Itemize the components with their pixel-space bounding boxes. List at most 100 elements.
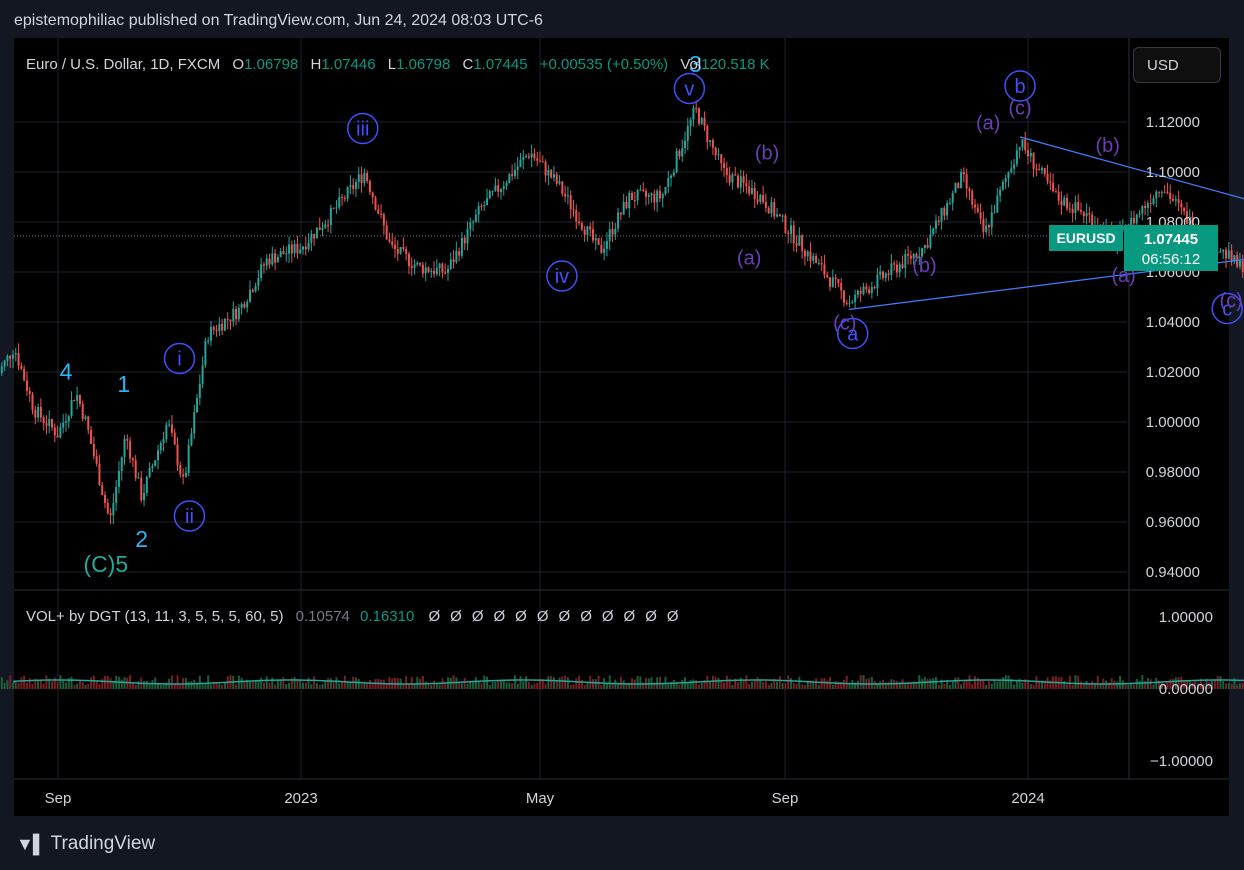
wave-label: (a)	[737, 248, 761, 270]
candle-body	[430, 270, 433, 272]
volume-bar	[23, 675, 26, 689]
candle-body	[385, 225, 388, 240]
volume-bar	[820, 678, 823, 689]
volume-bar	[486, 676, 489, 689]
volume-bar	[318, 684, 321, 689]
candle-body	[1146, 203, 1149, 208]
wave-label: (c)	[1008, 98, 1031, 120]
candle-body	[737, 175, 740, 188]
volume-bar	[109, 678, 112, 689]
volume-bar	[0, 677, 3, 689]
volume-bar	[424, 681, 427, 689]
candle-body	[463, 237, 466, 244]
chart-canvas[interactable]: (C)5412345iiiiiiivvabcde(b)(a)(c)(b)(a)(…	[0, 0, 1244, 870]
volume-bar	[700, 682, 703, 689]
candle-body	[23, 368, 26, 381]
volume-bar	[1085, 680, 1088, 689]
candle-body	[455, 250, 458, 263]
wave-label: (b)	[1095, 135, 1119, 157]
candle-body	[865, 286, 868, 290]
volume-bar	[354, 677, 357, 689]
candle-body	[622, 201, 625, 215]
candle-body	[221, 323, 224, 331]
volume-bar	[979, 679, 982, 689]
candle-body	[62, 422, 65, 428]
volume-bar	[304, 682, 307, 689]
candle-body	[812, 255, 815, 261]
volume-bar	[591, 679, 594, 689]
volume-bar	[145, 680, 148, 689]
candle-body	[583, 229, 586, 235]
candle-body	[45, 423, 48, 426]
symbol-tag: EURUSD	[1056, 230, 1115, 246]
candle-body	[1063, 197, 1066, 206]
candle-body	[1138, 213, 1141, 215]
volume-bar	[31, 684, 34, 689]
volume-bar	[156, 683, 159, 689]
volume-bar	[575, 678, 578, 689]
candle-body	[770, 202, 773, 214]
candle-body	[801, 235, 804, 251]
volume-bar	[762, 682, 765, 689]
volume-bar	[1035, 676, 1038, 689]
indicator-empty-value: Ø	[428, 608, 440, 625]
candle-body	[893, 263, 896, 265]
volume-bar	[1127, 684, 1130, 689]
volume-bar	[310, 684, 313, 689]
volume-bar	[279, 680, 282, 689]
candle-body	[78, 395, 81, 405]
candle-body	[672, 172, 675, 176]
candle-body	[1174, 199, 1177, 201]
candle-body	[976, 207, 979, 213]
candle-body	[572, 209, 575, 211]
volume-bar	[472, 682, 475, 689]
candle-body	[486, 198, 489, 206]
candle-body	[569, 195, 572, 210]
candle-body	[1177, 199, 1180, 204]
wave-label: iv	[555, 266, 569, 288]
candle-body	[837, 278, 840, 284]
candle-body	[394, 244, 397, 250]
candle-body	[435, 267, 438, 274]
symbol-name: Euro / U.S. Dollar, 1D, FXCM	[26, 56, 220, 73]
volume-bar	[1029, 684, 1032, 689]
candle-body	[20, 365, 23, 369]
candle-body	[1241, 260, 1244, 272]
indicator-legend: VOL+ by DGT (13, 11, 3, 5, 5, 5, 60, 5) …	[26, 608, 679, 625]
candle-body	[117, 471, 120, 488]
currency-button[interactable]: USD	[1133, 47, 1221, 83]
volume-bar	[341, 681, 344, 689]
volume-bar	[276, 680, 279, 689]
candle-body	[413, 264, 416, 268]
volume-bar	[1032, 684, 1035, 689]
volume-bar	[723, 682, 726, 689]
candle-body	[209, 326, 212, 341]
candle-body	[343, 197, 346, 199]
volume-bar	[731, 684, 734, 689]
volume-bar	[692, 679, 695, 689]
candle-body	[831, 277, 834, 287]
candle-body	[890, 263, 893, 276]
indicator-empty-value: Ø	[515, 608, 527, 625]
volume-bar	[92, 675, 95, 689]
candle-body	[249, 289, 252, 302]
wave-label: (c)	[1220, 290, 1243, 312]
high-value: 1.07446	[321, 56, 375, 73]
volume-bar	[608, 675, 611, 689]
volume-bar	[856, 680, 859, 689]
volume-bar	[51, 681, 54, 689]
price-tick: 1.04000	[1146, 314, 1200, 331]
candle-body	[1079, 210, 1082, 212]
candle-body	[293, 243, 296, 254]
volume-bar	[639, 676, 642, 689]
candle-body	[879, 271, 882, 275]
candle-body	[566, 195, 569, 197]
volume-bar	[1152, 684, 1155, 689]
candle-body	[898, 264, 901, 273]
candle-body	[781, 215, 784, 217]
volume-bar	[993, 680, 996, 689]
volume-bar	[960, 684, 963, 689]
volume-bar	[421, 675, 424, 689]
volume-bar	[262, 682, 265, 689]
footer-brand[interactable]: ▼▌ TradingView	[16, 833, 155, 855]
